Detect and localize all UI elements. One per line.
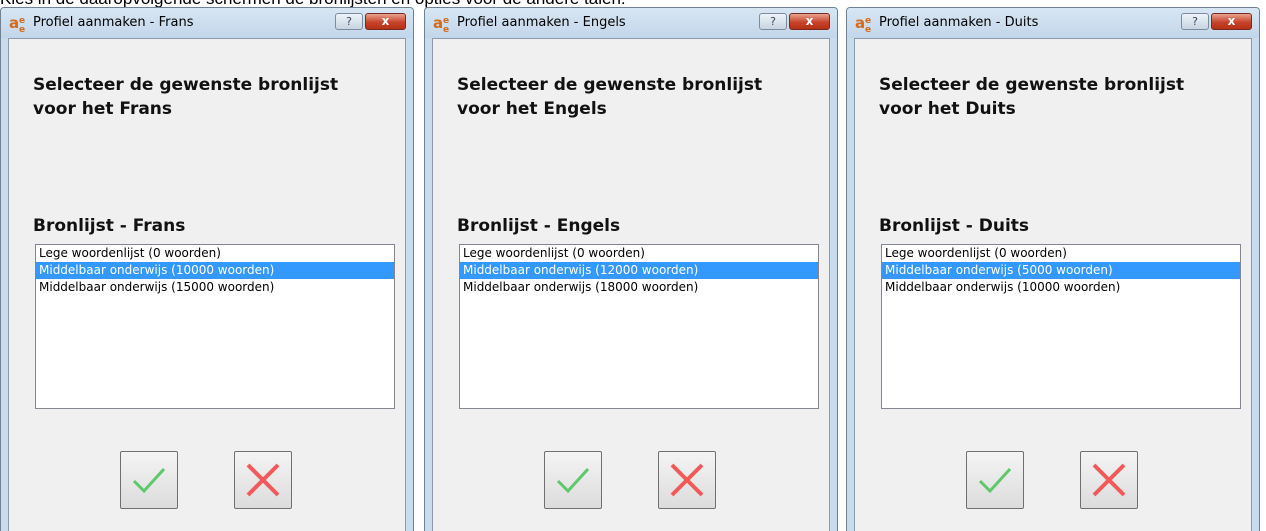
close-button[interactable]: x [1211,13,1252,30]
app-logo-icon: aee [855,14,872,35]
cancel-button[interactable] [1080,451,1138,509]
list-label: Bronlijst - Duits [879,216,1030,236]
cross-icon [670,463,704,497]
list-item-selected[interactable]: Middelbaar onderwijs (12000 woorden) [460,262,818,279]
dialog-client-area: Selecteer de gewenste bronlijst voor het… [8,38,406,531]
title-bar[interactable]: aee Profiel aanmaken - Duits ? x [847,8,1259,38]
list-item[interactable]: Lege woordenlijst (0 woorden) [460,245,818,262]
dialog-client-area: Selecteer de gewenste bronlijst voor het… [854,38,1252,531]
cross-icon [1092,463,1126,497]
checkmark-icon [132,467,166,494]
dialog-client-area: Selecteer de gewenste bronlijst voor het… [432,38,830,531]
list-label: Bronlijst - Frans [33,216,186,236]
list-item-selected[interactable]: Middelbaar onderwijs (5000 woorden) [882,262,1240,279]
dialog-heading: Selecteer de gewenste bronlijst voor het… [879,75,1185,119]
dialog-window-frans: aee Profiel aanmaken - Frans ? x Selecte… [0,7,414,531]
checkmark-icon [556,467,590,494]
window-title: Profiel aanmaken - Duits [879,15,1039,30]
list-item-selected[interactable]: Middelbaar onderwijs (10000 woorden) [36,262,394,279]
dialog-window-duits: aee Profiel aanmaken - Duits ? x Selecte… [846,7,1260,531]
close-button[interactable]: x [789,13,830,30]
help-button[interactable]: ? [335,13,363,30]
ok-button[interactable] [120,451,178,509]
list-item[interactable]: Lege woordenlijst (0 woorden) [36,245,394,262]
cross-icon [246,463,280,497]
app-logo-icon: aee [433,14,450,35]
app-logo-icon: aee [9,14,26,35]
source-list[interactable]: Lege woordenlijst (0 woorden) Middelbaar… [459,244,819,409]
list-item[interactable]: Middelbaar onderwijs (18000 woorden) [460,279,818,296]
list-item[interactable]: Middelbaar onderwijs (10000 woorden) [882,279,1240,296]
checkmark-icon [978,467,1012,494]
ok-button[interactable] [966,451,1024,509]
title-bar[interactable]: aee Profiel aanmaken - Frans ? x [1,8,413,38]
close-button[interactable]: x [365,13,406,30]
dialog-windows: aee Profiel aanmaken - Frans ? x Selecte… [0,7,1266,531]
title-bar[interactable]: aee Profiel aanmaken - Engels ? x [425,8,837,38]
cancel-button[interactable] [658,451,716,509]
dialog-heading: Selecteer de gewenste bronlijst voor het… [457,75,763,119]
source-list[interactable]: Lege woordenlijst (0 woorden) Middelbaar… [881,244,1241,409]
dialog-window-engels: aee Profiel aanmaken - Engels ? x Select… [424,7,838,531]
dialog-heading: Selecteer de gewenste bronlijst voor het… [33,75,339,119]
cancel-button[interactable] [234,451,292,509]
source-list[interactable]: Lege woordenlijst (0 woorden) Middelbaar… [35,244,395,409]
help-button[interactable]: ? [1181,13,1209,30]
ok-button[interactable] [544,451,602,509]
list-label: Bronlijst - Engels [457,216,621,236]
window-title: Profiel aanmaken - Frans [33,15,194,30]
list-item[interactable]: Middelbaar onderwijs (15000 woorden) [36,279,394,296]
help-button[interactable]: ? [759,13,787,30]
list-item[interactable]: Lege woordenlijst (0 woorden) [882,245,1240,262]
window-title: Profiel aanmaken - Engels [457,15,626,30]
